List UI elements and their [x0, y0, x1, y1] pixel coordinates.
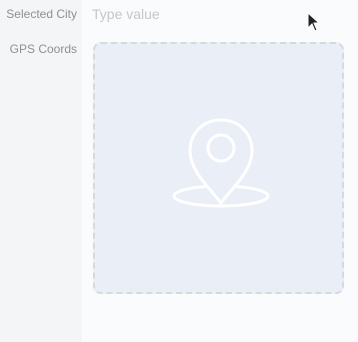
- map-pin-icon: [172, 118, 270, 208]
- selected-city-label: Selected City: [6, 7, 77, 21]
- gps-coords-map-picker[interactable]: [93, 42, 344, 294]
- selected-city-input[interactable]: [92, 5, 292, 23]
- mouse-cursor-icon: [307, 12, 321, 32]
- gps-coords-label: GPS Coords: [9, 42, 77, 56]
